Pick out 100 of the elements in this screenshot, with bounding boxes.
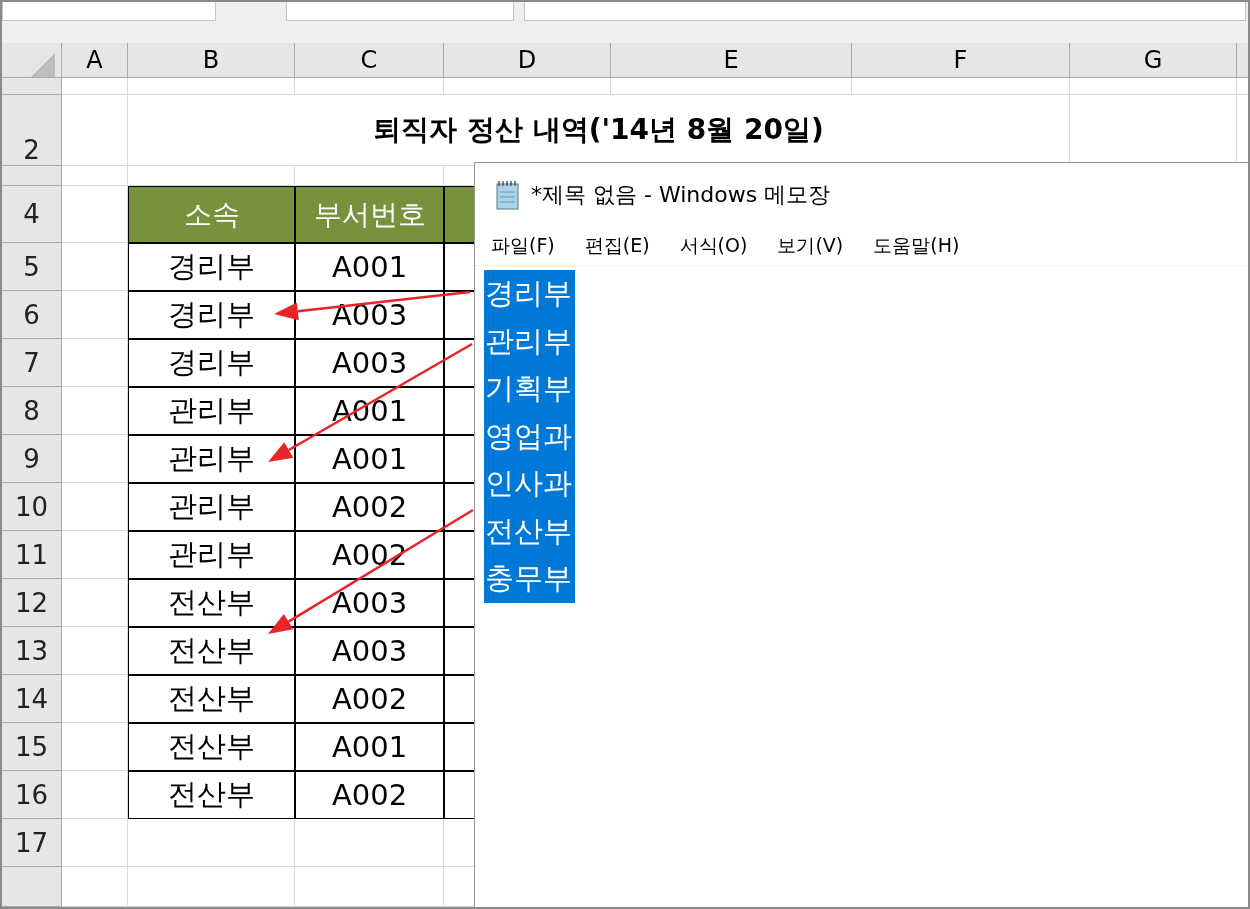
sheet-cell[interactable] bbox=[295, 867, 444, 907]
row-header[interactable]: 4 bbox=[23, 199, 40, 229]
sheet-cell[interactable] bbox=[295, 78, 444, 95]
sheet-cell[interactable] bbox=[128, 819, 295, 867]
sheet-cell[interactable] bbox=[611, 78, 852, 95]
table-cell: 전산부 bbox=[128, 675, 295, 723]
row-header[interactable]: 5 bbox=[23, 251, 40, 282]
sheet-cell[interactable] bbox=[62, 291, 128, 339]
sheet-cell[interactable] bbox=[62, 627, 128, 675]
row-header[interactable]: 6 bbox=[23, 299, 40, 330]
row-header[interactable]: 2 bbox=[2, 95, 62, 166]
formula-field[interactable] bbox=[524, 2, 1246, 21]
row-header[interactable]: 15 bbox=[2, 723, 62, 771]
row-header[interactable]: 16 bbox=[14, 779, 49, 810]
column-header[interactable]: B bbox=[128, 43, 295, 78]
table-cell: 경리부 bbox=[128, 243, 295, 291]
row-header[interactable]: 8 bbox=[2, 387, 62, 435]
sheet-cell[interactable] bbox=[1070, 78, 1237, 95]
row-header[interactable]: 4 bbox=[2, 186, 62, 243]
menu-item[interactable]: 보기(V) bbox=[777, 233, 844, 259]
sheet-cell[interactable] bbox=[62, 435, 128, 483]
column-header[interactable]: G bbox=[1070, 43, 1237, 78]
table-cell: A002 bbox=[295, 771, 444, 819]
row-header[interactable]: 11 bbox=[2, 531, 62, 579]
table-cell: 경리부 bbox=[128, 339, 295, 387]
row-header[interactable]: 9 bbox=[23, 443, 40, 474]
sheet-cell[interactable] bbox=[62, 243, 128, 291]
sheet-cell[interactable] bbox=[295, 819, 444, 867]
column-header[interactable]: E bbox=[611, 43, 852, 78]
table-header-cell: 소속 bbox=[128, 186, 295, 243]
sheet-cell[interactable] bbox=[62, 819, 128, 867]
row-header[interactable]: 13 bbox=[2, 627, 62, 675]
sheet-cell[interactable] bbox=[62, 186, 128, 243]
table-cell: 전산부 bbox=[128, 771, 295, 819]
row-header[interactable]: 10 bbox=[2, 483, 62, 531]
row-header[interactable]: 2 bbox=[23, 135, 40, 165]
menu-item[interactable]: 서식(O) bbox=[679, 233, 748, 259]
row-header[interactable]: 13 bbox=[14, 635, 49, 666]
table-cell: 경리부 bbox=[128, 291, 295, 339]
table-cell: 전산부 bbox=[128, 627, 295, 675]
table-cell: A003 bbox=[295, 339, 444, 387]
column-header[interactable]: F bbox=[852, 43, 1070, 78]
sheet-cell[interactable] bbox=[62, 339, 128, 387]
sheet-cell[interactable] bbox=[62, 675, 128, 723]
name-box[interactable] bbox=[2, 2, 216, 21]
sheet-cell[interactable] bbox=[128, 867, 295, 907]
sheet-cell[interactable] bbox=[62, 78, 128, 95]
column-header[interactable]: A bbox=[62, 43, 128, 78]
row-header[interactable]: 14 bbox=[14, 683, 49, 714]
sheet-cell[interactable] bbox=[62, 723, 128, 771]
sheet-cell[interactable] bbox=[62, 95, 128, 166]
sheet-cell[interactable] bbox=[62, 387, 128, 435]
table-cell: 관리부 bbox=[128, 435, 295, 483]
row-header[interactable]: 17 bbox=[2, 819, 62, 867]
row-header[interactable] bbox=[2, 166, 62, 186]
table-cell: A002 bbox=[295, 483, 444, 531]
row-header[interactable]: 5 bbox=[2, 243, 62, 291]
table-cell: A003 bbox=[295, 579, 444, 627]
sheet-cell[interactable] bbox=[62, 867, 128, 907]
row-header[interactable]: 16 bbox=[2, 771, 62, 819]
sheet-cell[interactable] bbox=[62, 166, 128, 186]
row-header[interactable] bbox=[2, 867, 62, 907]
row-header[interactable]: 15 bbox=[14, 731, 49, 762]
column-header[interactable]: D bbox=[444, 43, 611, 78]
sheet-cell[interactable] bbox=[62, 579, 128, 627]
sheet-cell[interactable] bbox=[62, 771, 128, 819]
row-header[interactable]: 10 bbox=[14, 491, 49, 522]
table-cell: 관리부 bbox=[128, 387, 295, 435]
row-header[interactable]: 17 bbox=[14, 827, 49, 858]
sheet-cell[interactable] bbox=[852, 78, 1070, 95]
sheet-cell[interactable] bbox=[128, 78, 295, 95]
row-header[interactable]: 7 bbox=[23, 347, 40, 378]
row-header[interactable]: 7 bbox=[2, 339, 62, 387]
sheet-cell[interactable] bbox=[62, 531, 128, 579]
sheet-cell[interactable] bbox=[444, 78, 611, 95]
table-cell: A001 bbox=[295, 435, 444, 483]
table-cell: 관리부 bbox=[128, 531, 295, 579]
table-cell: A003 bbox=[295, 291, 444, 339]
row-header[interactable]: 11 bbox=[14, 539, 49, 570]
row-header[interactable]: 9 bbox=[2, 435, 62, 483]
row-header[interactable] bbox=[2, 78, 62, 95]
menu-item[interactable]: 파일(F) bbox=[491, 233, 555, 259]
sheet-cell[interactable] bbox=[128, 166, 295, 186]
row-header[interactable]: 8 bbox=[23, 395, 40, 426]
row-header[interactable]: 12 bbox=[14, 587, 49, 618]
column-header[interactable]: C bbox=[295, 43, 444, 78]
formula-field[interactable] bbox=[286, 2, 514, 21]
table-cell: A001 bbox=[295, 723, 444, 771]
table-cell: A001 bbox=[295, 243, 444, 291]
table-header-cell: 부서번호 bbox=[295, 186, 444, 243]
sheet-cell[interactable]: 퇴직자 정산 내역('14년 8월 20일) bbox=[128, 95, 1070, 166]
menu-item[interactable]: 도움말(H) bbox=[873, 233, 960, 259]
sheet-cell[interactable] bbox=[295, 166, 444, 186]
sheet-cell[interactable] bbox=[62, 483, 128, 531]
table-cell: 전산부 bbox=[128, 723, 295, 771]
menu-item[interactable]: 편집(E) bbox=[584, 233, 650, 259]
row-header[interactable]: 6 bbox=[2, 291, 62, 339]
sheet-title: 퇴직자 정산 내역('14년 8월 20일) bbox=[373, 112, 824, 148]
row-header[interactable]: 14 bbox=[2, 675, 62, 723]
row-header[interactable]: 12 bbox=[2, 579, 62, 627]
